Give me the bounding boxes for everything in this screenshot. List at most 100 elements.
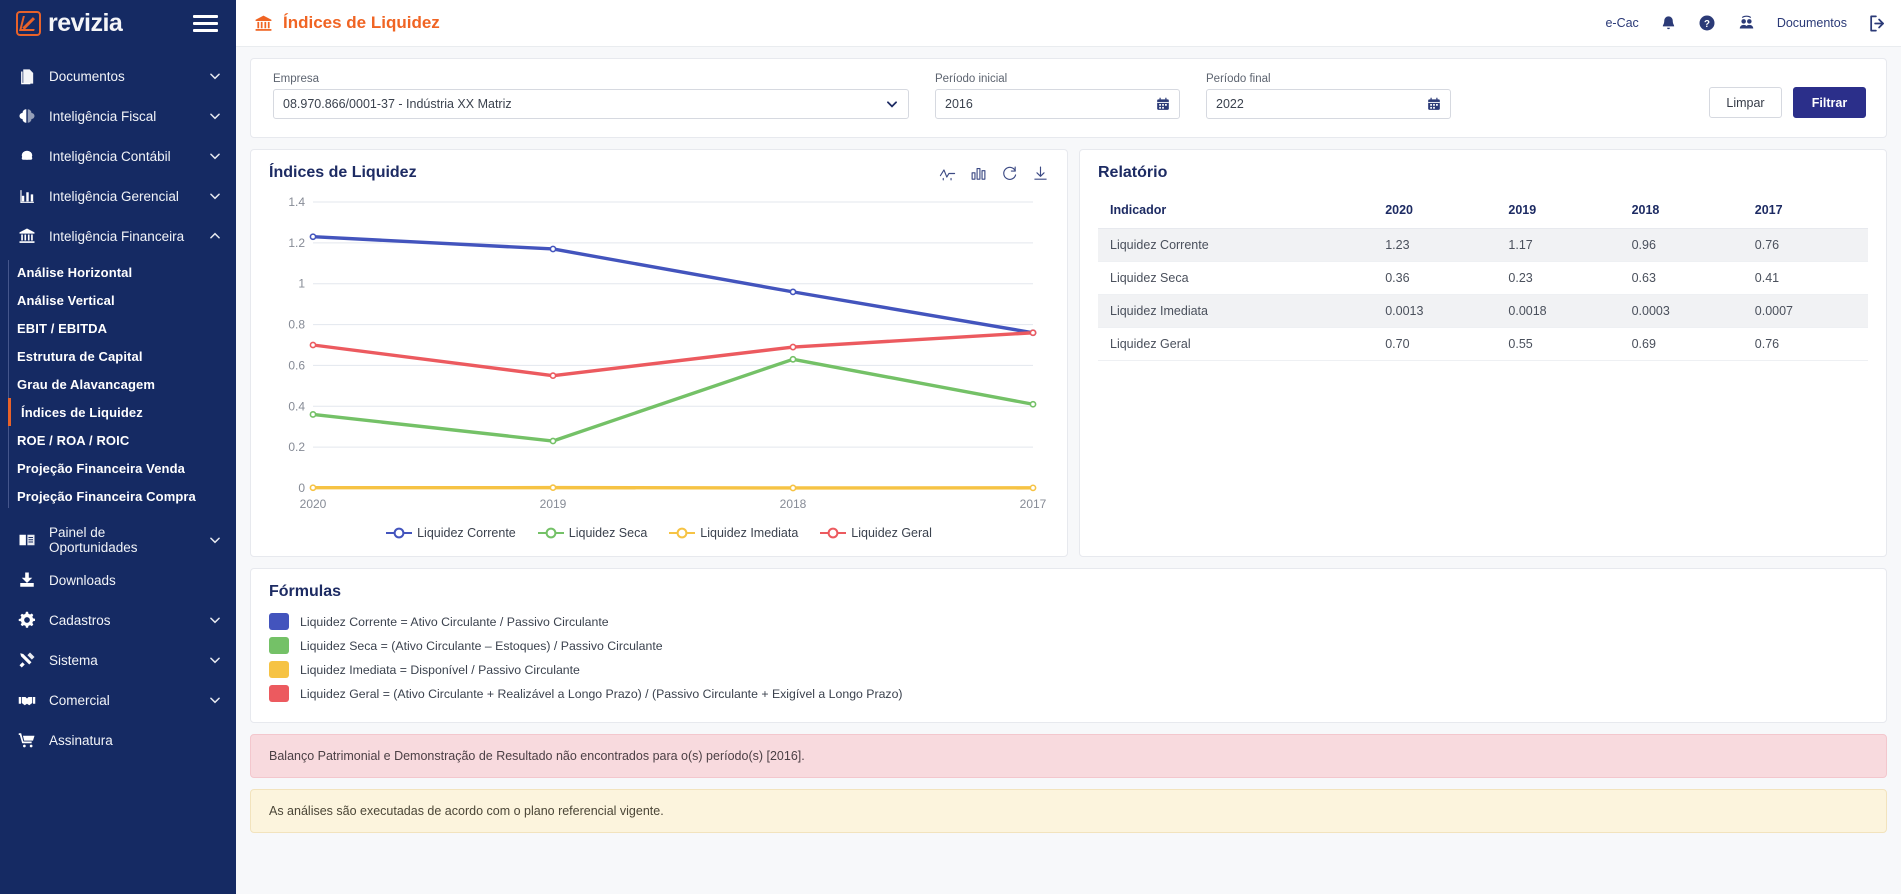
chevron-down-icon[interactable] xyxy=(208,613,222,627)
chevron-down-icon[interactable] xyxy=(208,189,222,203)
subitem-label: Estrutura de Capital xyxy=(17,348,143,364)
sidebar-subitem-projecao-financeira-compra[interactable]: Projeção Financeira Compra xyxy=(8,482,236,510)
legend-item-liquidez-imediata[interactable]: Liquidez Imediata xyxy=(669,526,798,540)
sidebar-subitem-analise-horizontal[interactable]: Análise Horizontal xyxy=(8,258,236,286)
svg-text:2020: 2020 xyxy=(300,497,327,511)
svg-text:0.4: 0.4 xyxy=(288,399,305,413)
svg-text:2019: 2019 xyxy=(540,497,567,511)
sidebar-label: Inteligência Contábil xyxy=(49,148,171,164)
financeira-submenu: Análise Horizontal Análise Vertical EBIT… xyxy=(0,258,236,510)
chart-report-row: Índices de Liquidez 0 0.2 0.4 0.6 0.8 1 … xyxy=(250,149,1887,557)
sidebar-item-assinatura[interactable]: Assinatura xyxy=(0,720,236,760)
chevron-up-icon[interactable] xyxy=(208,229,222,243)
documents-link[interactable]: Documentos xyxy=(1777,16,1847,30)
sidebar-item-sistema[interactable]: Sistema xyxy=(0,640,236,680)
sidebar-item-comercial[interactable]: Comercial xyxy=(0,680,236,720)
logout-icon[interactable] xyxy=(1868,14,1887,33)
legend-marker xyxy=(820,527,847,539)
calendar-icon[interactable] xyxy=(1156,97,1170,111)
bank-icon xyxy=(16,225,38,247)
svg-text:?: ? xyxy=(1704,19,1710,30)
subitem-label: Análise Vertical xyxy=(17,292,115,308)
empresa-select[interactable]: 08.970.866/0001-37 - Indústria XX Matriz xyxy=(273,89,909,119)
legend-item-liquidez-seca[interactable]: Liquidez Seca xyxy=(537,526,648,540)
liquidity-line-chart: 0 0.2 0.4 0.6 0.8 1 1.2 1.4 2020 2019 2018 2017 xyxy=(269,190,1049,520)
sidebar-subitem-projecao-financeira-venda[interactable]: Projeção Financeira Venda xyxy=(8,454,236,482)
periodo-inicial-input[interactable]: 2016 xyxy=(935,89,1180,119)
sidebar-subitem-indices-de-liquidez[interactable]: Índices de Liquidez xyxy=(8,398,236,426)
hamburger-icon[interactable] xyxy=(189,11,222,36)
formulas-panel: Fórmulas Liquidez Corrente = Ativo Circu… xyxy=(250,568,1887,723)
brand-header: revizia xyxy=(0,0,236,47)
sidebar-label: Assinatura xyxy=(49,732,113,748)
sidebar-subitem-estrutura-de-capital[interactable]: Estrutura de Capital xyxy=(8,342,236,370)
cell-2017: 0.41 xyxy=(1744,261,1868,295)
clear-button[interactable]: Limpar xyxy=(1709,87,1782,118)
chevron-down-icon[interactable] xyxy=(208,653,222,667)
chevron-down-icon[interactable] xyxy=(208,109,222,123)
legend-item-liquidez-geral[interactable]: Liquidez Geral xyxy=(820,526,932,540)
report-panel-head: Relatório xyxy=(1098,164,1868,182)
sidebar-item-inteligencia-financeira[interactable]: Inteligência Financeira xyxy=(0,216,236,256)
periodo-final-field: Período final 2022 xyxy=(1206,73,1451,119)
chevron-down-icon[interactable] xyxy=(208,693,222,707)
ecac-link[interactable]: e-Cac xyxy=(1605,16,1638,30)
filter-button[interactable]: Filtrar xyxy=(1793,87,1866,118)
bar-chart-icon[interactable] xyxy=(970,165,987,182)
brain-icon xyxy=(16,105,38,127)
sidebar-item-inteligencia-contabil[interactable]: Inteligência Contábil xyxy=(0,136,236,176)
svg-text:1: 1 xyxy=(298,277,305,291)
cell-2020: 0.0013 xyxy=(1375,294,1499,328)
chevron-down-icon[interactable] xyxy=(208,69,222,83)
col-2018: 2018 xyxy=(1621,192,1745,229)
sidebar-item-painel-de-oportunidades[interactable]: Painel de Oportunidades xyxy=(0,520,236,560)
filter-bar: Empresa 08.970.866/0001-37 - Indústria X… xyxy=(250,58,1887,138)
sidebar-item-cadastros[interactable]: Cadastros xyxy=(0,600,236,640)
sidebar-item-documentos[interactable]: Documentos xyxy=(0,56,236,96)
formula-text: Liquidez Imediata = Disponível / Passivo… xyxy=(300,662,580,677)
chevron-down-icon[interactable] xyxy=(885,97,899,111)
bar-chart-icon xyxy=(16,185,38,207)
refresh-icon[interactable] xyxy=(1001,165,1018,182)
sidebar-subitem-ebit-ebitda[interactable]: EBIT / EBITDA xyxy=(8,314,236,342)
download-icon[interactable] xyxy=(1032,165,1049,182)
subitem-label: EBIT / EBITDA xyxy=(17,320,108,336)
subitem-label: Projeção Financeira Compra xyxy=(17,488,196,504)
formulas-title: Fórmulas xyxy=(269,583,342,600)
chart-panel-head: Índices de Liquidez xyxy=(269,164,1049,182)
legend-label: Liquidez Seca xyxy=(568,526,648,540)
sidebar-item-inteligencia-gerencial[interactable]: Inteligência Gerencial xyxy=(0,176,236,216)
cell-2019: 0.23 xyxy=(1498,261,1622,295)
line-chart-icon[interactable] xyxy=(939,165,956,182)
formula-row: Liquidez Imediata = Disponível / Passivo… xyxy=(269,661,1868,678)
question-circle-icon[interactable]: ? xyxy=(1698,14,1716,32)
chevron-down-icon[interactable] xyxy=(208,533,222,547)
sidebar-item-inteligencia-fiscal[interactable]: Inteligência Fiscal xyxy=(0,96,236,136)
tools-icon xyxy=(16,649,38,671)
brand-logo[interactable]: revizia xyxy=(16,9,123,38)
sidebar-item-downloads[interactable]: Downloads xyxy=(0,560,236,600)
cell-2018: 0.63 xyxy=(1621,261,1745,295)
cell-indicador: Liquidez Imediata xyxy=(1098,294,1376,328)
sidebar-subitem-analise-vertical[interactable]: Análise Vertical xyxy=(8,286,236,314)
bell-icon[interactable] xyxy=(1660,15,1677,32)
cell-2019: 0.0018 xyxy=(1498,294,1622,328)
table-row: Liquidez Geral 0.70 0.55 0.69 0.76 xyxy=(1098,327,1868,361)
cell-2020: 0.36 xyxy=(1375,261,1499,295)
cell-2017: 0.0007 xyxy=(1744,294,1868,328)
periodo-final-input[interactable]: 2022 xyxy=(1206,89,1451,119)
legend-marker xyxy=(386,527,413,539)
chevron-down-icon[interactable] xyxy=(208,149,222,163)
sidebar-subitem-grau-de-alavancagem[interactable]: Grau de Alavancagem xyxy=(8,370,236,398)
formula-text: Liquidez Seca = (Ativo Circulante – Esto… xyxy=(300,638,663,653)
chart-legend: Liquidez Corrente Liquidez Seca Liquidez… xyxy=(269,526,1049,540)
periodo-final-label: Período final xyxy=(1206,73,1271,85)
users-icon[interactable] xyxy=(1737,15,1756,32)
calendar-icon[interactable] xyxy=(1427,97,1441,111)
col-indicador: Indicador xyxy=(1098,192,1376,229)
sidebar-subitem-roe-roa-roic[interactable]: ROE / ROA / ROIC xyxy=(8,426,236,454)
legend-item-liquidez-corrente[interactable]: Liquidez Corrente xyxy=(386,526,516,540)
legend-label: Liquidez Geral xyxy=(851,526,932,540)
sidebar-label: Downloads xyxy=(49,572,116,588)
subitem-label: Grau de Alavancagem xyxy=(17,376,155,392)
